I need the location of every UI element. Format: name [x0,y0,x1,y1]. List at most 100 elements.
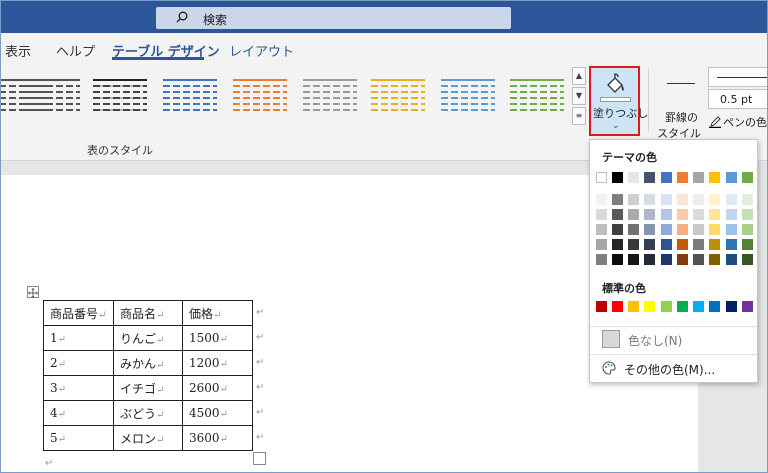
table-cell[interactable]: 1200↵ [182,350,253,376]
theme-shade-swatch[interactable] [742,254,753,265]
standard-color-swatch[interactable] [596,301,607,312]
table-style-thumbnail[interactable] [369,75,427,117]
table-cell[interactable]: 2↵ [43,350,114,376]
table-style-thumbnail[interactable] [439,75,497,117]
standard-color-swatch[interactable] [726,301,737,312]
theme-shade-swatch[interactable] [693,224,704,235]
theme-shade-swatch[interactable] [644,254,655,265]
table-cell[interactable]: 5↵ [43,425,114,451]
theme-shade-swatch[interactable] [596,239,607,250]
table-style-thumbnail[interactable] [508,75,566,117]
theme-color-swatch[interactable] [612,172,623,183]
pen-color-button[interactable]: ペンの色 [709,114,767,130]
theme-shade-swatch[interactable] [628,254,639,265]
table-style-thumbnail[interactable] [24,75,82,117]
search-box[interactable]: 検索 [156,7,511,29]
theme-shade-swatch[interactable] [742,194,753,205]
table-resize-handle[interactable] [253,452,266,465]
standard-color-swatch[interactable] [661,301,672,312]
theme-color-swatch[interactable] [596,172,607,183]
theme-shade-swatch[interactable] [628,209,639,220]
tab-help[interactable]: ヘルプ [56,41,95,60]
table-style-thumbnail[interactable] [301,75,359,117]
table-cell[interactable]: 3↵ [43,375,114,401]
standard-color-swatch[interactable] [709,301,720,312]
theme-shade-swatch[interactable] [693,254,704,265]
theme-shade-swatch[interactable] [677,239,688,250]
theme-color-swatch[interactable] [661,172,672,183]
theme-shade-swatch[interactable] [677,209,688,220]
theme-shade-swatch[interactable] [612,239,623,250]
table-style-thumbnail[interactable] [161,75,219,117]
table-cell[interactable]: 4500↵ [182,400,253,426]
theme-shade-swatch[interactable] [661,194,672,205]
theme-shade-swatch[interactable] [677,194,688,205]
theme-shade-swatch[interactable] [644,209,655,220]
theme-shade-swatch[interactable] [693,194,704,205]
table-cell[interactable]: 4↵ [43,400,114,426]
table-cell[interactable]: 3600↵ [182,425,253,451]
standard-color-swatch[interactable] [742,301,753,312]
theme-shade-swatch[interactable] [693,239,704,250]
standard-color-swatch[interactable] [677,301,688,312]
theme-shade-swatch[interactable] [693,209,704,220]
theme-shade-swatch[interactable] [644,239,655,250]
line-style-select[interactable] [708,67,767,87]
theme-shade-swatch[interactable] [644,224,655,235]
gallery-down-button[interactable]: ▼ [572,87,586,105]
gallery-up-button[interactable]: ▲ [572,67,586,85]
theme-color-swatch[interactable] [693,172,704,183]
theme-shade-swatch[interactable] [596,254,607,265]
theme-shade-swatch[interactable] [596,194,607,205]
table-cell[interactable]: 商品番号↵ [43,300,114,326]
theme-shade-swatch[interactable] [742,224,753,235]
standard-color-swatch[interactable] [693,301,704,312]
theme-shade-swatch[interactable] [726,254,737,265]
table-cell[interactable]: 1↵ [43,325,114,351]
theme-color-swatch[interactable] [628,172,639,183]
theme-color-swatch[interactable] [709,172,720,183]
theme-shade-swatch[interactable] [661,224,672,235]
border-styles-button[interactable]: 罫線の スタイル [655,69,707,140]
table-cell[interactable]: りんご↵ [113,325,183,351]
table-cell[interactable]: 2600↵ [182,375,253,401]
no-color-item[interactable]: 色なし(N) [602,330,742,352]
table-cell[interactable]: みかん↵ [113,350,183,376]
theme-shade-swatch[interactable] [726,209,737,220]
table-cell[interactable]: 1500↵ [182,325,253,351]
product-table[interactable]: 商品番号↵ 商品名↵ 価格↵ 1↵ りんご↵ 1500↵ 2↵ みかん↵ 120… [43,300,253,451]
theme-shade-swatch[interactable] [612,194,623,205]
theme-shade-swatch[interactable] [742,209,753,220]
theme-shade-swatch[interactable] [726,224,737,235]
table-style-thumbnail[interactable] [91,75,149,117]
theme-shade-swatch[interactable] [661,239,672,250]
table-move-handle[interactable] [27,286,39,298]
gallery-more-button[interactable]: ≡ [572,107,586,125]
theme-shade-swatch[interactable] [709,254,720,265]
theme-shade-swatch[interactable] [677,254,688,265]
tab-layout[interactable]: レイアウト [229,41,294,60]
theme-shade-swatch[interactable] [709,224,720,235]
theme-shade-swatch[interactable] [612,209,623,220]
standard-color-swatch[interactable] [644,301,655,312]
standard-color-swatch[interactable] [628,301,639,312]
theme-shade-swatch[interactable] [677,224,688,235]
theme-shade-swatch[interactable] [628,239,639,250]
theme-shade-swatch[interactable] [709,209,720,220]
theme-shade-swatch[interactable] [661,254,672,265]
theme-shade-swatch[interactable] [726,194,737,205]
theme-shade-swatch[interactable] [661,209,672,220]
theme-color-swatch[interactable] [644,172,655,183]
theme-shade-swatch[interactable] [612,224,623,235]
table-cell[interactable]: 価格↵ [182,300,253,326]
theme-shade-swatch[interactable] [628,194,639,205]
theme-shade-swatch[interactable] [742,239,753,250]
theme-shade-swatch[interactable] [709,194,720,205]
standard-color-swatch[interactable] [612,301,623,312]
line-weight-select[interactable]: 0.5 pt [708,89,767,109]
theme-shade-swatch[interactable] [628,224,639,235]
table-cell[interactable]: ぶどう↵ [113,400,183,426]
theme-color-swatch[interactable] [677,172,688,183]
theme-shade-swatch[interactable] [596,209,607,220]
table-style-thumbnail[interactable] [231,75,289,117]
